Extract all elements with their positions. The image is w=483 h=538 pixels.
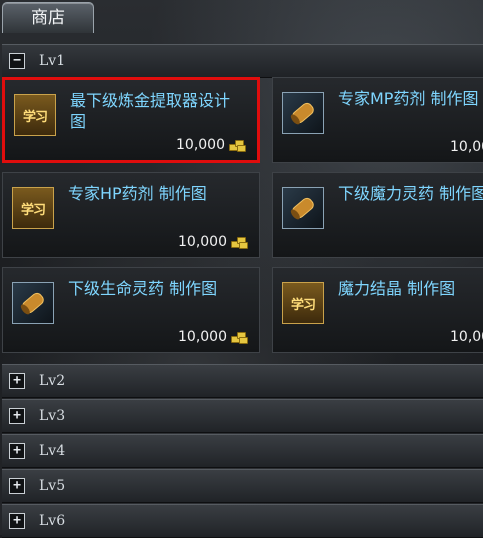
- expand-icon[interactable]: +: [9, 443, 25, 459]
- gold-coin-icon: [229, 139, 246, 152]
- item-title: 下级魔力灵药 制作图: [338, 184, 483, 203]
- level-row-lv3[interactable]: + Lv3: [2, 399, 483, 433]
- price-value: 10,000: [176, 137, 225, 153]
- shop-item[interactable]: 学习 专家HP药剂 制作图 10,000: [2, 172, 260, 258]
- shop-item[interactable]: 专家MP药剂 制作图 10,000: [272, 77, 483, 163]
- level-label: Lv5: [39, 478, 66, 494]
- gold-coin-icon: [231, 236, 248, 249]
- expand-icon[interactable]: +: [9, 478, 25, 494]
- scroll-icon: [12, 282, 54, 324]
- item-title: 最下级炼金提取器设计图: [70, 91, 231, 131]
- price-value: 10,000: [450, 329, 483, 345]
- item-price: 10,000: [178, 234, 248, 250]
- level-label: Lv1: [39, 53, 66, 69]
- learn-icon: 学习: [14, 94, 56, 136]
- level-label: Lv6: [39, 513, 66, 529]
- item-title: 魔力结晶 制作图: [338, 279, 456, 298]
- price-value: 10,000: [450, 139, 483, 155]
- level-label: Lv4: [39, 443, 66, 459]
- tab-shop[interactable]: 商店: [2, 2, 94, 33]
- level-label: Lv3: [39, 408, 66, 424]
- item-price: 10,000: [450, 139, 483, 155]
- price-value: 10,000: [178, 329, 227, 345]
- item-price: 10,000: [178, 329, 248, 345]
- scroll-icon: [282, 187, 324, 229]
- level-label: Lv2: [39, 373, 66, 389]
- collapse-icon[interactable]: −: [9, 53, 25, 69]
- scroll-icon: [282, 92, 324, 134]
- shop-item[interactable]: 学习 最下级炼金提取器设计图 10,000: [2, 77, 260, 163]
- shop-item[interactable]: 学习 魔力结晶 制作图 10,000: [272, 267, 483, 353]
- item-title: 下级生命灵药 制作图: [68, 279, 218, 298]
- gold-coin-icon: [231, 331, 248, 344]
- item-title: 专家HP药剂 制作图: [68, 184, 207, 203]
- item-price: 10,000: [450, 329, 483, 345]
- expand-icon[interactable]: +: [9, 373, 25, 389]
- level-row-lv2[interactable]: + Lv2: [2, 364, 483, 398]
- learn-icon: 学习: [12, 187, 54, 229]
- price-value: 10,000: [178, 234, 227, 250]
- expand-icon[interactable]: +: [9, 513, 25, 529]
- level-row-lv4[interactable]: + Lv4: [2, 434, 483, 468]
- item-price: 10,000: [176, 137, 246, 153]
- expand-icon[interactable]: +: [9, 408, 25, 424]
- shop-panel: − Lv1 学习 最下级炼金提取器设计图 10,000 专家MP药剂 制作图 1…: [0, 36, 483, 538]
- learn-icon: 学习: [282, 282, 324, 324]
- item-title: 专家MP药剂 制作图: [338, 89, 479, 108]
- shop-item[interactable]: 下级生命灵药 制作图 10,000: [2, 267, 260, 353]
- shop-item[interactable]: 下级魔力灵药 制作图: [272, 172, 483, 258]
- level-row-lv5[interactable]: + Lv5: [2, 469, 483, 503]
- level-row-lv6[interactable]: + Lv6: [2, 504, 483, 538]
- level-row-lv1[interactable]: − Lv1: [2, 44, 483, 78]
